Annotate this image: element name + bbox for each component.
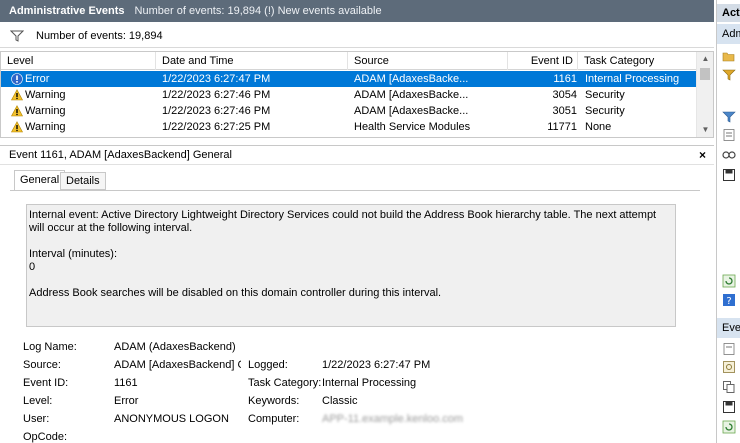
- event-properties-icon[interactable]: [722, 342, 736, 356]
- computer-value: APP-11.example.kenloo.com: [322, 413, 464, 425]
- cell-level: Warning: [11, 87, 159, 103]
- table-header: Level Date and Time Source Event ID Task…: [1, 52, 697, 70]
- column-task-category[interactable]: Task Category: [578, 52, 697, 70]
- filter-icon[interactable]: [722, 68, 736, 82]
- event-viewer-main: Administrative Events Number of events: …: [0, 0, 714, 443]
- cell-category: Security: [585, 89, 625, 101]
- view-subtitle: Number of events: 19,894 (!) New events …: [134, 5, 382, 17]
- table-row[interactable]: Warning 1/22/2023 6:27:25 PM Health Serv…: [1, 119, 697, 135]
- cell-date: 1/22/2023 6:27:47 PM: [162, 73, 271, 85]
- log-name-label: Log Name:: [23, 341, 77, 353]
- copy-icon[interactable]: [722, 380, 736, 394]
- cell-source: ADAM [AdaxesBacke...: [354, 105, 469, 117]
- refresh-icon[interactable]: [722, 274, 736, 288]
- open-folder-icon[interactable]: [722, 50, 736, 64]
- events-table[interactable]: Level Date and Time Source Event ID Task…: [0, 51, 714, 138]
- column-event-id[interactable]: Event ID: [508, 52, 578, 70]
- cell-source: Health Service Modules: [354, 121, 471, 133]
- event-id-label: Event ID:: [23, 377, 69, 389]
- view-title-bar: Administrative Events Number of events: …: [0, 0, 714, 22]
- logged-value: 1/22/2023 6:27:47 PM: [322, 359, 431, 371]
- scroll-down-icon[interactable]: ▼: [697, 123, 713, 137]
- save-icon[interactable]: [722, 400, 736, 414]
- table-row[interactable]: Warning 1/22/2023 6:27:46 PM ADAM [Adaxe…: [1, 103, 697, 119]
- refresh-icon[interactable]: [722, 420, 736, 434]
- tab-details[interactable]: Details: [60, 172, 106, 190]
- keywords-label: Keywords:: [248, 395, 300, 407]
- event-description[interactable]: Internal event: Active Directory Lightwe…: [26, 204, 676, 327]
- level-text: Warning: [25, 105, 66, 117]
- event-detail-header: Event 1161, ADAM [AdaxesBackend] General…: [0, 145, 714, 165]
- level-value: Error: [114, 395, 139, 407]
- cell-event-id: 3054: [552, 89, 577, 101]
- cell-category: Internal Processing: [585, 73, 680, 85]
- scroll-thumb[interactable]: [700, 68, 710, 80]
- description-paragraph: Address Book searches will be disabled o…: [29, 287, 442, 299]
- keywords-value: Classic: [322, 395, 358, 407]
- save-icon[interactable]: [722, 168, 736, 182]
- filter-icon[interactable]: [722, 110, 736, 124]
- find-icon[interactable]: [722, 148, 736, 162]
- tab-general[interactable]: General: [14, 170, 66, 191]
- help-icon[interactable]: ?: [722, 293, 736, 307]
- cell-event-id: 1161: [553, 73, 577, 85]
- column-level[interactable]: Level: [1, 52, 156, 70]
- actions-pane: Actions Administrative Events ? Event 11…: [716, 0, 740, 443]
- column-source[interactable]: Source: [348, 52, 508, 70]
- cell-source: ADAM [AdaxesBacke...: [354, 73, 469, 85]
- task-category-label: Task Category:: [248, 377, 322, 389]
- log-name-value: ADAM (AdaxesBackend): [114, 341, 236, 353]
- properties-icon[interactable]: [722, 128, 736, 142]
- opcode-label: OpCode:: [23, 431, 68, 443]
- level-text: Error: [25, 73, 50, 85]
- actions-section-event[interactable]: Event 1161, ADAM [AdaxesBackend] General: [717, 318, 740, 338]
- cell-date: 1/22/2023 6:27:46 PM: [162, 105, 271, 117]
- filter-bar: Number of events: 19,894: [0, 24, 714, 48]
- warning-icon: [11, 105, 23, 117]
- event-id-value: 1161: [114, 377, 138, 389]
- event-detail-title: Event 1161, ADAM [AdaxesBackend] General: [9, 149, 232, 161]
- cell-category: None: [585, 121, 612, 133]
- cell-category: Security: [585, 105, 625, 117]
- warning-icon: [11, 121, 23, 133]
- view-title: Administrative Events: [9, 5, 125, 17]
- error-icon: [11, 73, 23, 85]
- level-text: Warning: [25, 89, 66, 101]
- actions-section-view[interactable]: Administrative Events: [717, 24, 740, 44]
- cell-date: 1/22/2023 6:27:46 PM: [162, 89, 271, 101]
- cell-level: Error: [11, 71, 159, 87]
- scroll-up-icon[interactable]: ▲: [697, 52, 713, 66]
- event-count-label: Number of events: 19,894: [36, 29, 163, 42]
- table-row[interactable]: Warning 1/22/2023 6:27:46 PM ADAM [Adaxe…: [1, 87, 697, 103]
- level-text: Warning: [25, 121, 66, 133]
- cell-event-id: 11771: [547, 121, 577, 133]
- svg-text:?: ?: [726, 296, 731, 307]
- level-label: Level:: [23, 395, 53, 407]
- column-date-time[interactable]: Date and Time: [156, 52, 348, 70]
- computer-label: Computer:: [248, 413, 300, 425]
- general-tab-panel: Internal event: Active Directory Lightwe…: [10, 190, 700, 443]
- filter-icon[interactable]: [10, 30, 24, 42]
- user-label: User:: [23, 413, 50, 425]
- close-icon[interactable]: ×: [699, 148, 706, 162]
- logged-label: Logged:: [248, 359, 288, 371]
- task-category-value: Internal Processing: [322, 377, 417, 389]
- table-row[interactable]: Error 1/22/2023 6:27:47 PM ADAM [AdaxesB…: [1, 71, 697, 87]
- cell-date: 1/22/2023 6:27:25 PM: [162, 121, 271, 133]
- attach-task-icon[interactable]: [722, 360, 736, 374]
- actions-header: Actions: [717, 4, 740, 22]
- user-value: ANONYMOUS LOGON: [114, 413, 229, 425]
- cell-level: Warning: [11, 119, 159, 135]
- source-value: ADAM [AdaxesBackend] General: [114, 359, 241, 371]
- cell-source: ADAM [AdaxesBacke...: [354, 89, 469, 101]
- warning-icon: [11, 89, 23, 101]
- source-label: Source:: [23, 359, 61, 371]
- table-scrollbar[interactable]: ▲ ▼: [696, 52, 713, 137]
- description-paragraph: Internal event: Active Directory Lightwe…: [29, 209, 657, 234]
- cell-event-id: 3051: [552, 105, 577, 117]
- cell-level: Warning: [11, 103, 159, 119]
- description-paragraph: Interval (minutes): 0: [29, 248, 118, 273]
